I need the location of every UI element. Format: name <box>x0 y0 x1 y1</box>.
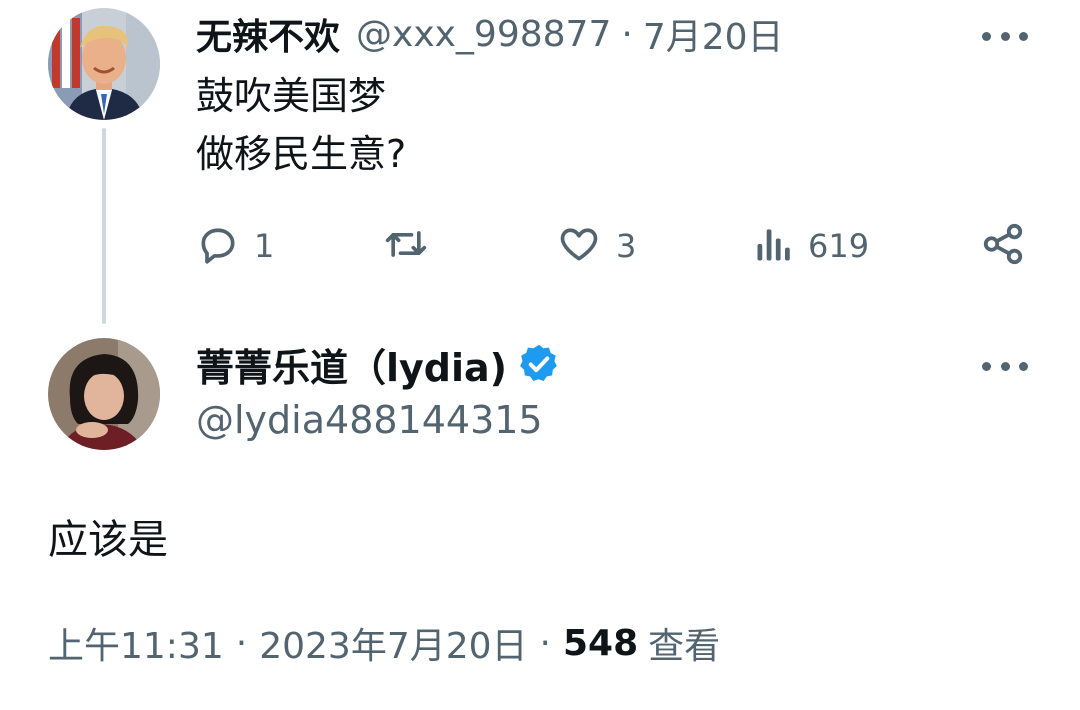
header-separator: · <box>621 13 633 55</box>
verified-badge-icon[interactable] <box>517 342 561 386</box>
thread-connector-line <box>102 128 106 324</box>
reply-handle[interactable]: @lydia488144315 <box>196 398 543 442</box>
views-total[interactable]: 548 <box>563 623 638 664</box>
retweet-button[interactable] <box>382 218 430 274</box>
like-count: 3 <box>616 227 637 265</box>
heart-icon <box>556 222 602 270</box>
reply-tweet-header: 菁菁乐道（lydia) <box>196 336 561 392</box>
more-icon[interactable] <box>982 356 1028 376</box>
reply-tweet-text: 应该是 <box>48 517 168 563</box>
reply-count: 1 <box>254 227 275 265</box>
share-icon <box>980 221 1026 271</box>
views-button[interactable]: 619 <box>754 218 869 274</box>
reply-button[interactable]: 1 <box>196 218 274 274</box>
parent-avatar[interactable] <box>48 8 160 120</box>
parent-display-name[interactable]: 无辣不欢 <box>196 8 340 60</box>
reply-icon <box>196 222 240 270</box>
like-button[interactable]: 3 <box>556 218 636 274</box>
retweet-icon <box>382 222 430 270</box>
reply-display-name[interactable]: 菁菁乐道（lydia) <box>196 337 507 392</box>
parent-handle[interactable]: @xxx_998877 <box>356 14 611 55</box>
tweet-date[interactable]: 2023年7月20日 <box>259 617 527 669</box>
tweet-metadata-row: 上午11:31 · 2023年7月20日 · 548 查看 <box>48 614 720 672</box>
views-label: 查看 <box>648 626 721 667</box>
reply-avatar[interactable] <box>48 338 160 450</box>
parent-tweet-text-line: 做移民生意? <box>196 132 407 176</box>
meta-separator: · <box>235 622 248 664</box>
views-icon <box>754 222 794 270</box>
more-icon[interactable] <box>982 26 1028 46</box>
tweet-action-bar: 1 3 619 <box>196 218 1036 274</box>
tweet-timestamp[interactable]: 上午11:31 <box>48 617 224 669</box>
parent-tweet-header: 无辣不欢 @xxx_998877 · 7月20日 <box>196 8 784 60</box>
meta-separator: · <box>539 622 551 664</box>
share-button[interactable] <box>980 218 1026 274</box>
parent-tweet-text-line: 鼓吹美国梦 <box>196 74 387 118</box>
views-count: 619 <box>808 227 870 265</box>
parent-date[interactable]: 7月20日 <box>643 8 784 60</box>
